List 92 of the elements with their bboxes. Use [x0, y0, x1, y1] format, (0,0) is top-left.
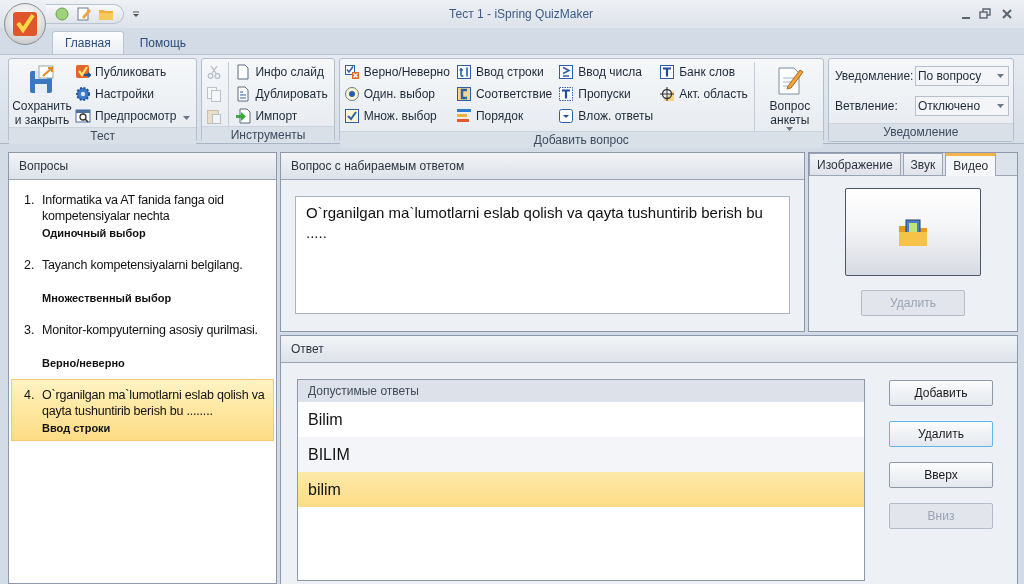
checkbox-icon [343, 108, 360, 124]
radio-button-icon [343, 86, 360, 102]
question-text-field[interactable]: O`rganilgan ma`lumotlarni eslab qolish va qayta tushuntirib berish bu ..... [295, 196, 790, 314]
ribbon-button[interactable]: Соответствие [455, 84, 555, 104]
question-type: Ввод строки [42, 422, 112, 434]
question-item[interactable]: 4. O`rganilgan ma`lumotlarni eslab qolish va qayta tushuntirib berish bu ........ Ввод строки [11, 379, 274, 441]
question-number: 2. [24, 257, 36, 274]
question-item[interactable]: 1. Informatika va AT fanida fanga oid kompetensiyalar nechta Одиночный выбор [11, 184, 274, 246]
ribbon-button[interactable]: Публиковать [75, 62, 193, 82]
ribbon-button[interactable]: Дублировать [235, 84, 330, 104]
ribbon-tab[interactable]: Главная [52, 31, 124, 54]
question-text: Informatika va AT fanida fanga oid kompetensiyalar nechta [42, 192, 225, 225]
film-folder-icon [896, 216, 930, 248]
ribbon-button[interactable]: Инфо слайд [235, 62, 330, 82]
close-icon [1000, 7, 1014, 21]
panel-title: Ответ [281, 336, 1017, 363]
circle-icon [54, 6, 70, 22]
answer-row[interactable]: BILIM [298, 437, 864, 472]
list-header: Допустимые ответы [298, 380, 864, 402]
paste-icon [206, 108, 223, 124]
import-icon [235, 108, 252, 124]
group-title: Тест [9, 127, 197, 144]
ribbon-tab[interactable]: Помощь [127, 32, 199, 54]
ribbon-button[interactable]: Банк слов [659, 62, 750, 82]
ribbon-button[interactable]: Импорт [235, 106, 330, 126]
answer-row[interactable]: bilim [298, 472, 864, 507]
page-icon [235, 64, 252, 80]
action-button[interactable]: Удалить [889, 421, 993, 447]
ribbon-button[interactable]: Акт. область [659, 84, 750, 104]
restore-icon [978, 7, 992, 21]
magnifier-window-icon [75, 108, 91, 124]
text-cursor-icon [455, 64, 472, 80]
action-button[interactable]: Добавить [889, 380, 993, 406]
ribbon-button[interactable]: Ввод числа [558, 62, 656, 82]
group-title: Инструменты [202, 126, 334, 143]
check-logo-icon [11, 10, 39, 38]
ribbon-button[interactable]: Вопрос анкеты [760, 62, 819, 131]
question-number: 1. [24, 192, 36, 209]
question-text: O`rganilgan ma`lumotlarni eslab qolish va qayta tushuntirib berish bu ........ [42, 387, 266, 420]
group-title: Добавить вопрос [339, 131, 823, 148]
matching-icon [455, 86, 472, 102]
action-button[interactable]: Вверх [889, 462, 993, 488]
panel-title: Вопрос с набираемым ответом [281, 153, 804, 180]
media-tab[interactable]: Видео [945, 153, 997, 176]
window-title: Тест 1 - iSpring QuizMaker [447, 7, 595, 21]
media-tab[interactable]: Изображение [809, 153, 901, 175]
customize-caret-icon [132, 10, 140, 18]
publish-icon [75, 64, 91, 80]
dropdown-field[interactable]: Отключено [914, 96, 1009, 116]
ribbon-button[interactable]: Верно/Неверно [343, 62, 452, 82]
question-type: Множественный выбор [42, 292, 173, 304]
ribbon-button[interactable]: Пропуски [558, 84, 656, 104]
dropdown-field[interactable]: По вопросу [914, 66, 1009, 86]
ribbon-button[interactable]: Ввод строки [455, 62, 555, 82]
question-text: Tayanch kompetensiyalarni belgilang. [42, 257, 244, 274]
question-item[interactable]: 3. Monitor-kompyuterning asosiy qurilmasi. Верно/неверно [11, 314, 274, 376]
panel-title: Вопросы [9, 153, 276, 180]
minimize-icon [962, 17, 970, 19]
field-label: Ветвление: [834, 99, 899, 113]
question-text: Monitor-kompyuterning asosiy qurilmasi. [42, 322, 259, 339]
field-label: Уведомление: [834, 69, 913, 83]
ribbon-button[interactable]: Влож. ответы [558, 106, 656, 126]
bars-icon [455, 108, 472, 124]
caret-icon [996, 74, 1004, 78]
question-item[interactable]: 2. Tayanch kompetensiyalarni belgilang. Множественный выбор [11, 249, 274, 311]
question-type: Одиночный выбор [42, 227, 147, 239]
ribbon-button[interactable]: Порядок [455, 106, 555, 126]
dotted-t-icon [558, 86, 575, 102]
caret-icon [996, 104, 1004, 108]
t-box-icon [659, 64, 676, 80]
question-type: Верно/неверно [42, 357, 126, 369]
pencil-note-icon [76, 6, 92, 22]
group-title: Уведомление [828, 123, 1013, 141]
checkbox-cross-icon [343, 64, 360, 80]
ribbon-button[interactable]: Настройки [75, 84, 193, 104]
add-video-button[interactable] [845, 188, 981, 276]
greater-equal-icon [558, 64, 575, 80]
copy-icon [206, 86, 223, 102]
ribbon-button[interactable]: Сохранить и закрыть [13, 62, 71, 127]
crosshair-icon [659, 86, 676, 102]
ribbon-button[interactable]: Множ. выбор [343, 106, 452, 126]
media-tab[interactable]: Звук [902, 153, 944, 175]
cut-icon [206, 64, 223, 80]
question-number: 3. [24, 322, 36, 339]
question-number: 4. [24, 387, 36, 404]
ribbon-button[interactable]: Предпросмотр [75, 106, 193, 126]
app-menu-button[interactable] [4, 3, 46, 45]
dropdown-icon [558, 108, 575, 124]
duplicate-page-icon [235, 86, 252, 102]
settings-icon [75, 86, 91, 102]
ribbon-button[interactable]: Один. выбор [343, 84, 452, 104]
caret-icon [183, 116, 191, 120]
